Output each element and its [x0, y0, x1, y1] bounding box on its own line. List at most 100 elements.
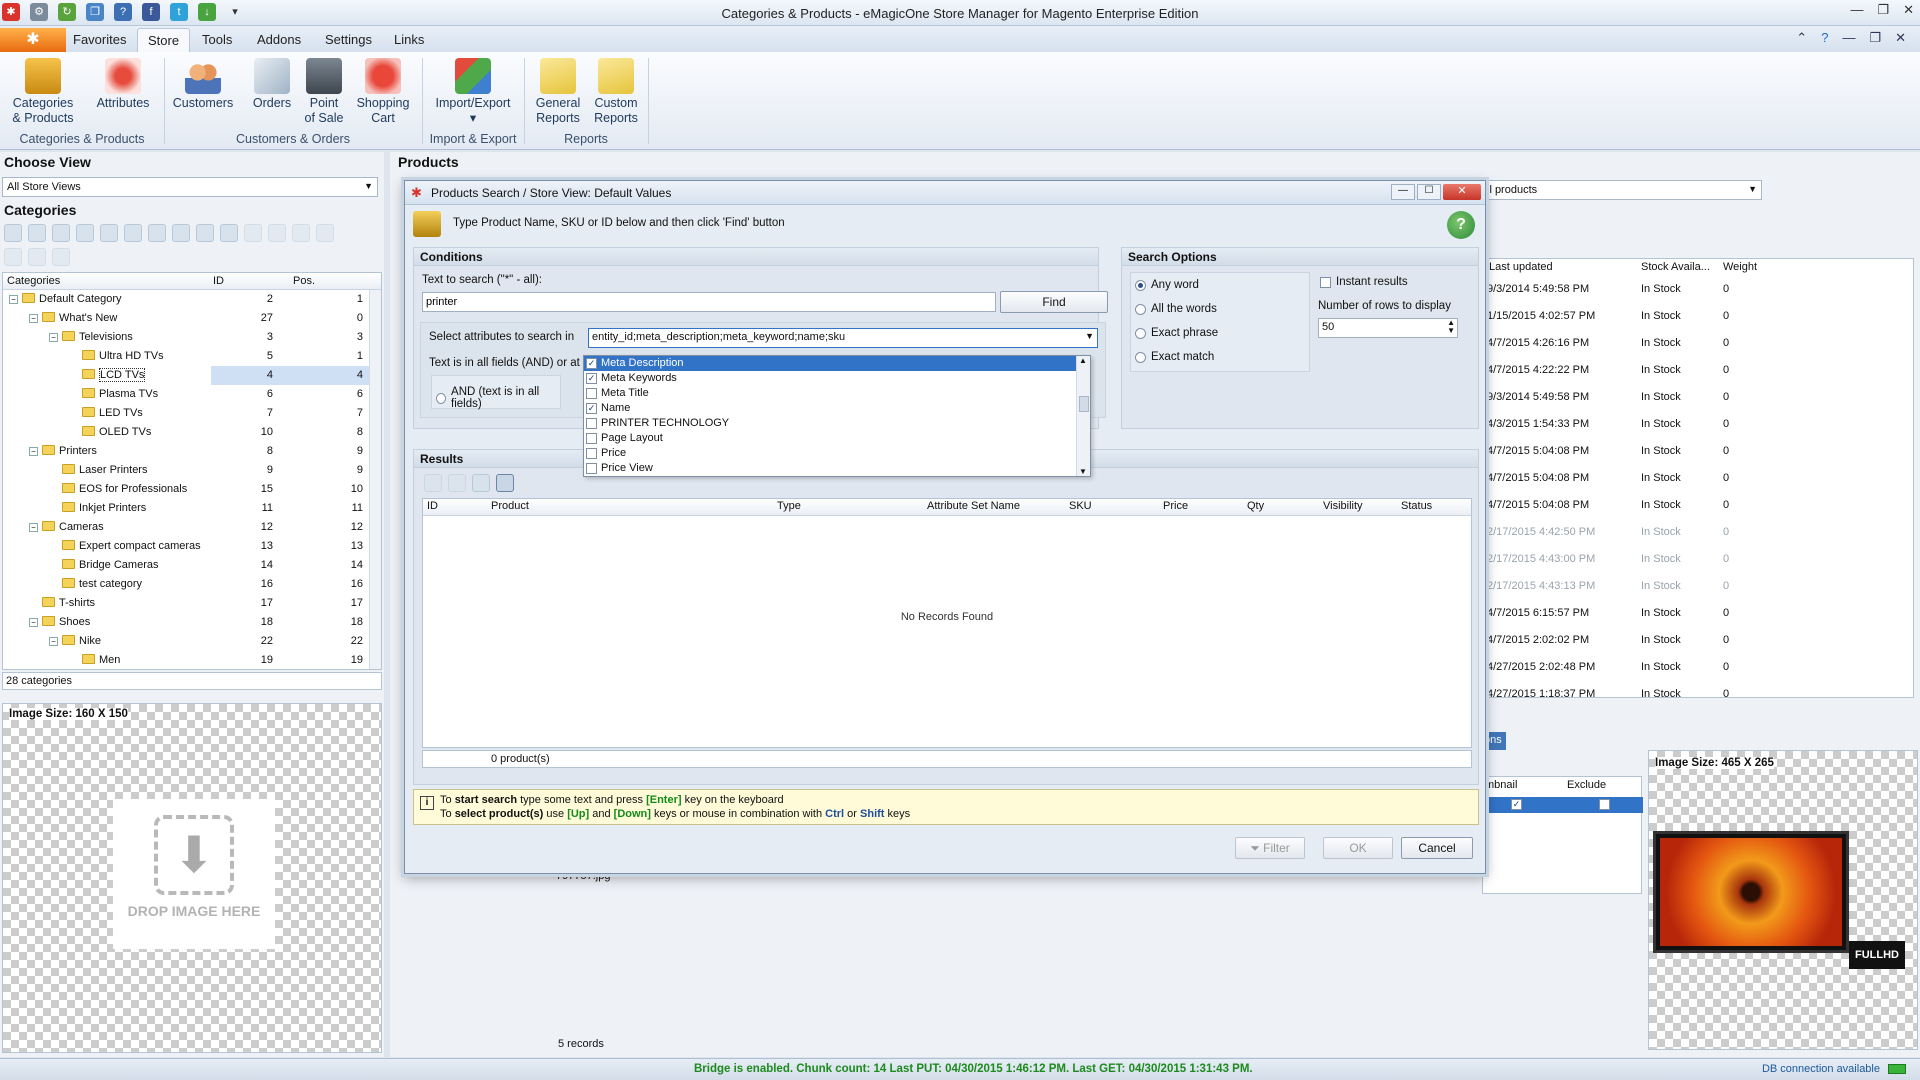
all-words-radio[interactable]: All the words	[1135, 303, 1217, 315]
thumbnail-checkbox[interactable]: ✓	[1511, 799, 1522, 810]
columns-icon[interactable]	[196, 224, 214, 242]
checkbox-box[interactable]: ✓	[586, 403, 597, 414]
refresh-icon[interactable]	[4, 224, 22, 242]
checkbox-box[interactable]	[586, 448, 597, 459]
group-icon[interactable]	[100, 224, 118, 242]
tab-store[interactable]: Store	[137, 28, 191, 53]
tab-addons[interactable]: Addons	[257, 32, 301, 47]
header-pos[interactable]: Pos.	[293, 275, 315, 287]
restore-icon[interactable]: ❐	[1877, 2, 1889, 18]
custom-reports-button[interactable]: Custom Reports	[588, 58, 644, 126]
collapse-toggle-icon[interactable]: −	[29, 447, 38, 456]
categories-products-button[interactable]: Categories & Products	[8, 58, 78, 126]
checkbox-box[interactable]	[586, 463, 597, 474]
customers-button[interactable]: Customers	[168, 58, 238, 111]
product-row[interactable]: 9/3/2014 5:49:58 PM In Stock 0	[1483, 387, 1913, 409]
tree-row[interactable]: Bridge Cameras 14 14	[3, 556, 381, 575]
point-of-sale-button[interactable]: Point of Sale	[298, 58, 350, 126]
product-row[interactable]: 4/7/2015 4:22:22 PM In Stock 0	[1483, 360, 1913, 382]
export-icon[interactable]	[124, 224, 142, 242]
filter-icon[interactable]	[496, 474, 514, 492]
mdi-close-icon[interactable]: ✕	[1895, 30, 1906, 46]
product-row[interactable]: 4/7/2015 2:02:02 PM In Stock 0	[1483, 630, 1913, 652]
product-row[interactable]: 2/17/2015 4:42:50 PM In Stock 0	[1483, 522, 1913, 544]
expand-icon[interactable]	[172, 224, 190, 242]
general-reports-button[interactable]: General Reports	[530, 58, 586, 126]
collapse-toggle-icon[interactable]: −	[29, 314, 38, 323]
dropdown-item[interactable]: ✓ Meta Keywords	[584, 371, 1090, 386]
checkbox-box[interactable]: ✓	[586, 373, 597, 384]
category-image-area[interactable]: Image Size: 160 X 150 ⬇ DROP IMAGE HERE	[2, 703, 382, 1053]
instant-results-checkbox[interactable]: Instant results	[1320, 276, 1408, 288]
products-filter-select[interactable]: ll products ▼	[1482, 180, 1762, 200]
product-row[interactable]: 4/3/2015 1:54:33 PM In Stock 0	[1483, 414, 1913, 436]
collapse-toggle-icon[interactable]: −	[49, 333, 58, 342]
columns-icon[interactable]	[472, 474, 490, 492]
product-row[interactable]: 4/27/2015 2:02:48 PM In Stock 0	[1483, 657, 1913, 679]
scroll-down-icon[interactable]: ▼	[1079, 467, 1087, 476]
product-row[interactable]: 4/27/2015 1:18:37 PM In Stock 0	[1483, 684, 1913, 706]
folder-menu-icon[interactable]	[148, 224, 166, 242]
col-sku[interactable]: SKU	[1069, 500, 1092, 512]
attributes-button[interactable]: Attributes	[88, 58, 158, 111]
dropdown-item[interactable]: Page Layout	[584, 431, 1090, 446]
dropdown-item[interactable]: ✓ Meta Description	[584, 356, 1090, 371]
tree-row[interactable]: test category 16 16	[3, 575, 381, 594]
checkbox-box[interactable]: ✓	[586, 358, 597, 369]
orders-button[interactable]: Orders	[246, 58, 298, 111]
tab-favorites[interactable]: Favorites	[73, 32, 126, 47]
checkbox-box[interactable]	[586, 418, 597, 429]
header-weight[interactable]: Weight	[1723, 261, 1757, 273]
tree-row[interactable]: − Printers 8 9	[3, 442, 381, 461]
tree-scrollbar[interactable]	[369, 290, 381, 669]
tree-row[interactable]: − What's New 27 0	[3, 309, 381, 328]
tree-row[interactable]: Laser Printers 9 9	[3, 461, 381, 480]
tree-row[interactable]: Inkjet Printers 11 11	[3, 499, 381, 518]
search-input[interactable]	[422, 292, 996, 312]
exact-match-radio[interactable]: Exact match	[1135, 351, 1214, 363]
tree-row[interactable]: − Nike 22 22	[3, 632, 381, 651]
exclude-checkbox[interactable]	[1599, 799, 1610, 810]
spinner-arrows-icon[interactable]: ▲ ▼	[1447, 319, 1455, 335]
view-icon[interactable]	[448, 474, 466, 492]
col-qty[interactable]: Qty	[1247, 500, 1264, 512]
import-export-button[interactable]: Import/Export ▾	[428, 58, 518, 126]
product-row[interactable]: 4/7/2015 4:26:16 PM In Stock 0	[1483, 333, 1913, 355]
col-id[interactable]: ID	[427, 500, 438, 512]
sort-icon[interactable]	[292, 224, 310, 242]
header-stock[interactable]: Stock Availa...	[1641, 261, 1710, 273]
product-row[interactable]: 2/17/2015 4:43:00 PM In Stock 0	[1483, 549, 1913, 571]
help-icon[interactable]: ?	[1447, 211, 1475, 239]
mdi-restore-icon[interactable]: ❐	[1869, 30, 1881, 46]
mdi-minimize-icon[interactable]: —	[1842, 30, 1855, 46]
product-row[interactable]: 4/7/2015 5:04:08 PM In Stock 0	[1483, 441, 1913, 463]
collapse-toggle-icon[interactable]: −	[29, 618, 38, 627]
attributes-select[interactable]: entity_id;meta_description;meta_keyword;…	[588, 328, 1098, 348]
tree-row[interactable]: EOS for Professionals 15 10	[3, 480, 381, 499]
product-image-area[interactable]: Image Size: 465 X 265 FULLHD	[1648, 750, 1918, 1050]
exact-phrase-radio[interactable]: Exact phrase	[1135, 327, 1218, 339]
any-word-radio[interactable]: Any word	[1135, 279, 1199, 291]
rows-spinner[interactable]: 50 ▲ ▼	[1318, 318, 1458, 338]
app-menu-button[interactable]: ✱	[0, 28, 66, 52]
link-icon[interactable]	[316, 224, 334, 242]
delete-category-icon[interactable]	[76, 224, 94, 242]
collapse-toggle-icon[interactable]: −	[29, 523, 38, 532]
edit-category-icon[interactable]	[52, 224, 70, 242]
dropdown-item[interactable]: Price	[584, 446, 1090, 461]
header-id[interactable]: ID	[213, 275, 224, 287]
ok-button[interactable]: OK	[1323, 837, 1393, 859]
dropdown-item[interactable]: ✓ Name	[584, 401, 1090, 416]
collapse-ribbon-icon[interactable]: ⌃	[1796, 30, 1807, 46]
minimize-icon[interactable]: —	[1850, 2, 1863, 18]
product-row[interactable]: 2/17/2015 4:43:13 PM In Stock 0	[1483, 576, 1913, 598]
header-categories[interactable]: Categories	[7, 275, 60, 287]
move-down-icon[interactable]	[268, 224, 286, 242]
tree-row[interactable]: Expert compact cameras 13 13	[3, 537, 381, 556]
store-view-select[interactable]: All Store Views ▼	[2, 177, 378, 197]
dropdown-item[interactable]: Price View	[584, 461, 1090, 476]
scroll-thumb[interactable]	[1079, 396, 1089, 412]
dropdown-scrollbar[interactable]: ▲ ▼	[1076, 356, 1090, 476]
checkbox-box[interactable]	[586, 388, 597, 399]
close-icon[interactable]: ✕	[1443, 184, 1481, 200]
